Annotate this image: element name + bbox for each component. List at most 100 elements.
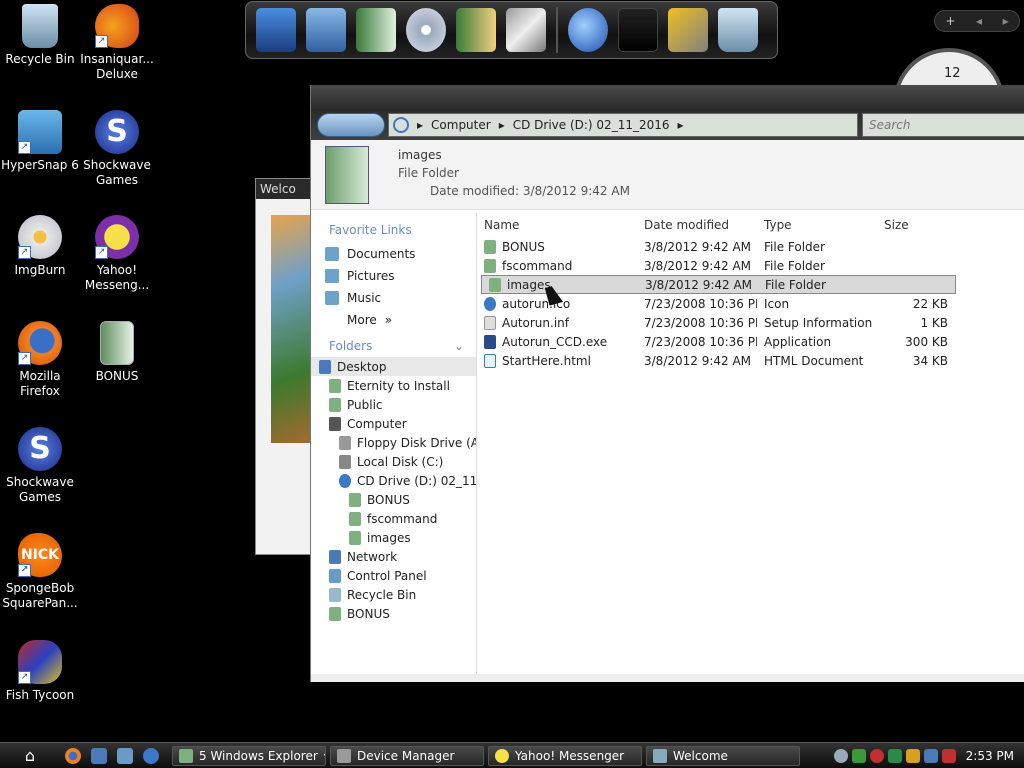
tree-label: Computer [347, 416, 407, 431]
file-cabinet-icon[interactable] [356, 8, 396, 52]
tree-item-control-panel[interactable]: Control Panel [311, 566, 476, 585]
breadcrumb-computer[interactable]: Computer [431, 118, 491, 132]
desktop-icon-recycle-bin[interactable]: Recycle Bin [0, 4, 80, 67]
disc-icon[interactable] [406, 8, 446, 52]
file-row-autorun-exe[interactable]: Autorun_CCD.exe 7/23/2008 10:36 PM Appli… [477, 332, 1024, 351]
tree-label: CD Drive (D:) 02_11_20 [357, 473, 476, 488]
file-row-fscommand[interactable]: fscommand 3/8/2012 9:42 AM File Folder [477, 256, 1024, 275]
file-row-bonus[interactable]: BONUS 3/8/2012 9:42 AM File Folder [477, 237, 1024, 256]
setup-file-icon [484, 315, 496, 330]
file-list-header: Name Date modified Type Size [477, 213, 1024, 237]
desktop-icon-shockwave[interactable]: S Shockwave Games [77, 110, 157, 188]
file-size: 34 KB [912, 353, 948, 368]
tray-shield-icon[interactable] [887, 748, 902, 763]
desktop-icon-spongebob[interactable]: NICK ↗ SpongeBob SquarePan... [0, 533, 80, 611]
globe-icon[interactable] [568, 8, 608, 52]
tree-item-bonus-desktop[interactable]: BONUS [311, 604, 476, 623]
recycle-bin-icon[interactable] [718, 8, 758, 52]
search-input[interactable]: Search [862, 113, 1024, 137]
taskbar-yahoo-messenger[interactable]: Yahoo! Messenger [488, 745, 642, 766]
favorite-pictures[interactable]: Pictures [311, 265, 476, 287]
desktop-icon-yahoo[interactable]: ↗ Yahoo! Messeng... [77, 215, 157, 293]
tree-item-eternity[interactable]: Eternity to Install [311, 376, 476, 395]
tree-item-bonus[interactable]: BONUS [311, 490, 476, 509]
folders-heading[interactable]: Folders ⌄ [311, 331, 476, 357]
start-button[interactable]: ⌂ [0, 746, 60, 765]
photo-viewer-icon[interactable] [456, 8, 496, 52]
tree-item-images[interactable]: images [311, 528, 476, 547]
chevron-down-icon: ⌄ [453, 339, 464, 353]
clock-time[interactable]: 2:53 PM [966, 749, 1014, 763]
tray-update-icon[interactable] [905, 748, 920, 763]
tree-item-network[interactable]: Network [311, 547, 476, 566]
tree-item-computer[interactable]: Computer [311, 414, 476, 433]
tray-security-icon[interactable] [851, 748, 866, 763]
network-computer-icon[interactable] [306, 8, 346, 52]
tray-globe-icon[interactable] [833, 748, 848, 763]
tree-item-recycle-bin[interactable]: Recycle Bin [311, 585, 476, 604]
favorite-links-heading: Favorite Links [329, 223, 412, 237]
monitor-icon[interactable] [256, 8, 296, 52]
tree-item-floppy[interactable]: Floppy Disk Drive (A:) [311, 433, 476, 452]
tray-volume-muted-icon[interactable] [941, 748, 956, 763]
desktop-icon-fish-tycoon[interactable]: ↗ Fish Tycoon [0, 640, 80, 703]
tree-item-local-disk[interactable]: Local Disk (C:) [311, 452, 476, 471]
column-size[interactable]: Size [877, 218, 952, 232]
tree-item-cd-drive[interactable]: CD Drive (D:) 02_11_20 [311, 471, 476, 490]
desktop-icon-insaniquarium[interactable]: ↗ Insaniquar... Deluxe [77, 4, 157, 82]
switch-windows-icon[interactable] [117, 747, 133, 764]
column-type[interactable]: Type [757, 218, 877, 232]
breadcrumb-cd-drive[interactable]: CD Drive (D:) 02_11_2016 [513, 118, 670, 132]
explorer-titlebar[interactable] [311, 85, 1024, 110]
desktop-icon-firefox[interactable]: ↗ Mozilla Firefox [0, 321, 80, 399]
file-name: BONUS [502, 239, 545, 254]
hammer-icon[interactable] [668, 8, 708, 52]
file-row-autorun-inf[interactable]: Autorun.inf 7/23/2008 10:36 PM Setup Inf… [477, 313, 1024, 332]
folder-icon [179, 748, 193, 763]
tree-item-public[interactable]: Public [311, 395, 476, 414]
desktop-icon-bonus[interactable]: BONUS [77, 321, 157, 384]
shortcut-arrow-icon: ↗ [18, 141, 31, 154]
desktop-icon-shockwave-2[interactable]: S Shockwave Games [0, 427, 80, 505]
previous-icon[interactable]: ◂ [976, 14, 982, 28]
internet-explorer-icon[interactable] [143, 747, 159, 764]
desktop-icon-hypersnap[interactable]: ↗ HyperSnap 6 [0, 110, 80, 173]
tray-network-icon[interactable] [923, 748, 938, 763]
favorite-more[interactable]: More » [311, 309, 476, 331]
tree-label: Desktop [337, 359, 387, 374]
sidebar-gadget-controls: + ◂ ▸ [934, 10, 1020, 32]
desktop-icon-imgburn[interactable]: ↗ ImgBurn [0, 215, 80, 278]
next-icon[interactable]: ▸ [1003, 14, 1009, 28]
desktop-icon-label: Messeng... [84, 278, 150, 292]
shockwave-icon: S [95, 110, 139, 154]
yahoo-smiley-icon: ↗ [95, 215, 139, 259]
column-date-modified[interactable]: Date modified [637, 218, 757, 232]
desktop-icon-label: SpongeBob [5, 581, 75, 595]
tree-item-fscommand[interactable]: fscommand [311, 509, 476, 528]
column-name[interactable]: Name [477, 218, 637, 232]
favorite-documents[interactable]: Documents [311, 243, 476, 265]
tree-label: Recycle Bin [347, 587, 417, 602]
favorite-label: More [347, 313, 377, 327]
taskbar-welcome[interactable]: Welcome [646, 745, 800, 766]
taskbar-windows-explorer[interactable]: 5 Windows Explorer ▾ [172, 745, 326, 766]
tools-icon[interactable] [506, 8, 546, 52]
add-gadget-icon[interactable]: + [945, 14, 955, 28]
firefox-icon[interactable] [65, 747, 81, 764]
address-bar[interactable]: ▸ Computer ▸ CD Drive (D:) 02_11_2016 ▸ [388, 113, 858, 137]
shirt-icon[interactable] [618, 8, 658, 52]
taskbar-device-manager[interactable]: Device Manager [330, 745, 484, 766]
show-desktop-icon[interactable] [91, 747, 107, 764]
tree-label: Eternity to Install [347, 378, 450, 393]
file-date: 3/8/2012 9:42 AM [645, 277, 753, 292]
favorite-music[interactable]: Music [311, 287, 476, 309]
welcome-window[interactable]: Welco [255, 178, 315, 555]
navigation-pane: Favorite Links Documents Pictures Music … [311, 213, 477, 682]
tray-blocked-icon[interactable] [869, 748, 884, 763]
file-row-starthere[interactable]: StartHere.html 3/8/2012 9:42 AM HTML Doc… [477, 351, 1024, 370]
folders-label: Folders [329, 339, 373, 353]
tree-item-desktop[interactable]: Desktop [311, 357, 476, 376]
back-forward-buttons[interactable] [317, 113, 385, 137]
desktop-icon-label: Yahoo! [96, 263, 138, 277]
file-size: 1 KB [920, 315, 948, 330]
